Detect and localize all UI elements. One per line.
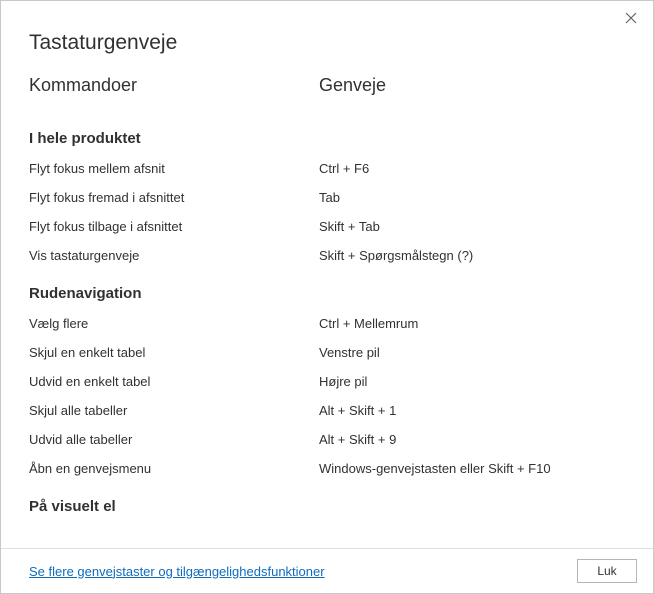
shortcuts-scroll-area[interactable]: I hele produktet Flyt fokus mellem afsni… [29,124,625,548]
close-icon[interactable] [621,9,641,29]
section-product-wide: I hele produktet Flyt fokus mellem afsni… [29,130,617,263]
shortcut-row: Udvid alle tabeller Alt + Skift + 9 [29,432,617,447]
command-label: Åbn en genvejsmenu [29,461,319,476]
shortcut-label: Venstre pil [319,345,617,360]
shortcut-label: Skift + Spørgsmålstegn (?) [319,248,617,263]
shortcut-row: Skjul alle tabeller Alt + Skift + 1 [29,403,617,418]
shortcut-label: Tab [319,190,617,205]
shortcut-label: Højre pil [319,374,617,389]
shortcut-label: Ctrl + Mellemrum [319,316,617,331]
column-headers: Kommandoer Genveje [29,75,625,96]
close-button[interactable]: Luk [577,559,637,583]
command-label: Skjul alle tabeller [29,403,319,418]
command-label: Udvid alle tabeller [29,432,319,447]
shortcut-row: Udvid en enkelt tabel Højre pil [29,374,617,389]
command-label: Skjul en enkelt tabel [29,345,319,360]
section-title: På visuelt el [29,498,617,515]
shortcuts-header: Genveje [319,75,625,96]
command-label: Vis tastaturgenveje [29,248,319,263]
shortcut-row: Flyt fokus mellem afsnit Ctrl + F6 [29,161,617,176]
more-shortcuts-link[interactable]: Se flere genvejstaster og tilgængelighed… [29,564,325,579]
shortcut-row: Vis tastaturgenveje Skift + Spørgsmålste… [29,248,617,263]
dialog-footer: Se flere genvejstaster og tilgængelighed… [1,548,653,593]
shortcut-row: Vælg flere Ctrl + Mellemrum [29,316,617,331]
commands-header: Kommandoer [29,75,319,96]
shortcut-row: Skjul en enkelt tabel Venstre pil [29,345,617,360]
shortcut-row: Åbn en genvejsmenu Windows-genvejstasten… [29,461,617,476]
command-label: Flyt fokus tilbage i afsnittet [29,219,319,234]
shortcut-label: Skift + Tab [319,219,617,234]
command-label: Flyt fokus fremad i afsnittet [29,190,319,205]
command-label: Vælg flere [29,316,319,331]
shortcut-label: Windows-genvejstasten eller Skift + F10 [319,461,617,476]
shortcut-label: Alt + Skift + 1 [319,403,617,418]
section-title: Rudenavigation [29,285,617,302]
command-label: Flyt fokus mellem afsnit [29,161,319,176]
shortcut-label: Alt + Skift + 9 [319,432,617,447]
shortcut-label: Ctrl + F6 [319,161,617,176]
command-label: Udvid en enkelt tabel [29,374,319,389]
dialog-content: Tastaturgenveje Kommandoer Genveje I hel… [1,1,653,548]
shortcut-row: Flyt fokus fremad i afsnittet Tab [29,190,617,205]
section-pane-navigation: Rudenavigation Vælg flere Ctrl + Mellemr… [29,285,617,476]
shortcut-row: Flyt fokus tilbage i afsnittet Skift + T… [29,219,617,234]
keyboard-shortcuts-dialog: Tastaturgenveje Kommandoer Genveje I hel… [0,0,654,594]
section-title: I hele produktet [29,130,617,147]
section-visual-el: På visuelt el [29,498,617,515]
dialog-title: Tastaturgenveje [29,31,625,55]
